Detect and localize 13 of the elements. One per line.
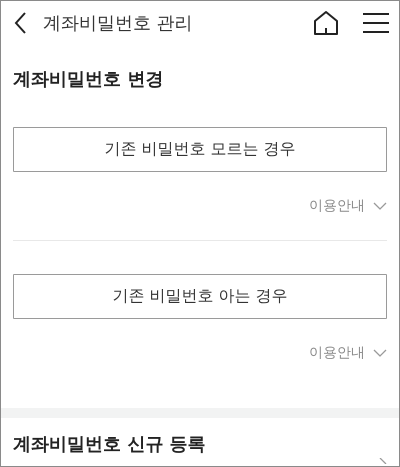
section-title: 계좌비밀번호 신규 등록 xyxy=(13,433,206,456)
menu-icon[interactable] xyxy=(363,12,389,34)
option-button[interactable]: 기존 비밀번호 모르는 경우 xyxy=(13,127,387,172)
info-link[interactable]: 이용안내 xyxy=(309,344,365,362)
info-link[interactable]: 이용안내 xyxy=(309,197,365,215)
chevron-down-icon[interactable] xyxy=(373,349,387,357)
chevron-right-icon[interactable] xyxy=(379,458,387,464)
home-icon[interactable] xyxy=(313,10,339,36)
option-button[interactable]: 기존 비밀번호 아는 경우 xyxy=(13,274,387,319)
back-icon[interactable] xyxy=(13,11,27,35)
chevron-down-icon[interactable] xyxy=(373,202,387,210)
page-title: 계좌비밀번호 관리 xyxy=(43,12,194,35)
section-title: 계좌비밀번호 변경 xyxy=(13,68,164,91)
